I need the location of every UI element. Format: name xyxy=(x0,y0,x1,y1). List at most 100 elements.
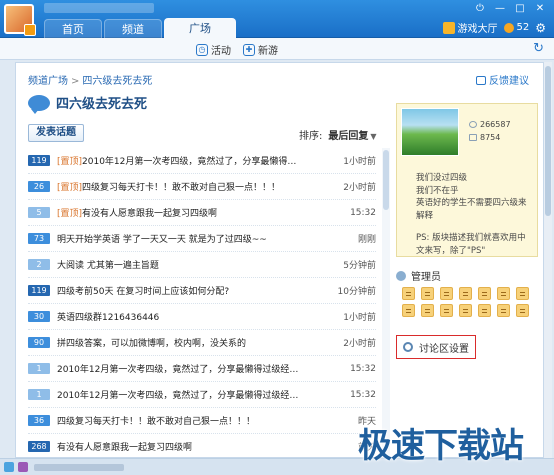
reply-count-badge: 268 xyxy=(28,441,50,452)
status-app-icon[interactable] xyxy=(4,462,14,472)
topic-time: 10分钟前 xyxy=(337,287,376,297)
topic-title-text: 四级复习每天打卡！！敢不敢对自己狠一点！！！ xyxy=(57,417,256,427)
reply-count-badge: 30 xyxy=(28,311,50,322)
breadcrumb-root[interactable]: 频道广场 xyxy=(28,76,68,87)
game-hall-link[interactable]: 游戏大厅 xyxy=(458,20,498,35)
topic-title[interactable]: [置顶]有没有人愿意跟我一起复习四级啊 xyxy=(57,206,317,219)
feedback-label: 反馈建议 xyxy=(489,76,529,87)
reply-count-badge: 73 xyxy=(28,233,50,244)
topic-title[interactable]: [置顶]2010年12月第一次考四级，竟然过了，分享最懒得… xyxy=(57,154,317,167)
gear-icon xyxy=(403,342,413,352)
game-hall-icon xyxy=(442,21,455,34)
topic-title[interactable]: 2010年12月第一次考四级，竟然过了，分享最懒得过级经… xyxy=(57,388,317,401)
topic-title-text: 拼四级答案，可以加微博啊，校内啊，没关系的 xyxy=(57,339,247,349)
forum-settings-button[interactable]: 讨论区设置 xyxy=(396,335,476,359)
topic-title[interactable]: 明天开始学英语 学了一天又一天 就是为了过四级~~ xyxy=(57,232,317,245)
sub-nav: ◷ 活动 ✚ 新游 ↻ xyxy=(0,38,554,60)
topic-row[interactable]: 26 [置顶]四级复习每天打卡！！敢不敢对自己狠一点！！！ 2小时前 xyxy=(28,174,376,200)
admin-avatar[interactable] xyxy=(421,287,434,300)
feedback-icon xyxy=(476,76,486,85)
admin-avatar[interactable] xyxy=(516,287,529,300)
admin-avatar[interactable] xyxy=(440,287,453,300)
feedback-link[interactable]: 反馈建议 xyxy=(476,72,529,87)
topic-title-text: 四级考前50天 在复习时间上应该如何分配? xyxy=(57,287,230,297)
breadcrumb-current: 四六级去死去死 xyxy=(82,76,153,87)
main-tabs: 首页 频道 广场 xyxy=(44,18,238,38)
topic-row[interactable]: 5 [置顶]有没有人愿意跟我一起复习四级啊 15:32 xyxy=(28,200,376,226)
reply-count-badge: 119 xyxy=(28,285,50,296)
reply-count-badge: 1 xyxy=(28,363,50,374)
admin-avatar[interactable] xyxy=(516,304,529,317)
topic-row[interactable]: 30 英语四级群1216436446 1小时前 xyxy=(28,304,376,330)
user-avatar[interactable] xyxy=(4,4,36,36)
chevron-down-icon[interactable]: ▼ xyxy=(370,132,376,141)
close-icon[interactable]: ✕ xyxy=(532,2,548,16)
minimize-icon[interactable]: — xyxy=(492,2,508,16)
reply-count-badge: 2 xyxy=(28,259,50,270)
window-controls: ⏻ — □ ✕ xyxy=(468,2,548,16)
page-title-text: 四六级去死去死 xyxy=(56,97,148,112)
reply-count-badge: 119 xyxy=(28,155,50,166)
list-scroll-thumb[interactable] xyxy=(383,150,389,210)
topic-title[interactable]: 英语四级群1216436446 xyxy=(57,310,317,323)
reply-count-badge: 36 xyxy=(28,415,50,426)
subnav-new-games[interactable]: ✚ 新游 xyxy=(243,42,278,57)
admin-avatar[interactable] xyxy=(459,304,472,317)
topic-time: 1小时前 xyxy=(343,313,376,323)
admin-avatar[interactable] xyxy=(402,304,415,317)
pinned-tag: [置顶] xyxy=(57,157,83,167)
sort-control[interactable]: 排序: 最后回复 ▼ xyxy=(299,127,377,142)
admin-avatar[interactable] xyxy=(459,287,472,300)
topic-time: 2小时前 xyxy=(343,183,376,193)
maximize-icon[interactable]: □ xyxy=(512,2,528,16)
sort-value[interactable]: 最后回复 xyxy=(328,131,368,142)
admin-avatar[interactable] xyxy=(440,304,453,317)
admin-avatar[interactable] xyxy=(497,287,510,300)
window-scroll-thumb[interactable] xyxy=(545,66,551,216)
topic-title[interactable]: 有没有人愿意跟我一起复习四级啊 xyxy=(57,440,317,453)
topic-row[interactable]: 119 四级考前50天 在复习时间上应该如何分配? 10分钟前 xyxy=(28,278,376,304)
sort-label: 排序: xyxy=(299,131,323,142)
topic-title[interactable]: 大阅读 尤其第一遍主旨题 xyxy=(57,258,317,271)
topic-title[interactable]: [置顶]四级复习每天打卡！！敢不敢对自己狠一点！！！ xyxy=(57,180,317,193)
subnav-activity[interactable]: ◷ 活动 xyxy=(196,42,231,57)
reply-count-badge: 26 xyxy=(28,181,50,192)
admin-avatar[interactable] xyxy=(421,304,434,317)
topic-time: 1小时前 xyxy=(343,157,376,167)
admin-avatar[interactable] xyxy=(478,304,491,317)
topic-row[interactable]: 1 2010年12月第一次考四级，竟然过了，分享最懒得过级经… 15:32 xyxy=(28,356,376,382)
topic-title-text: 有没有人愿意跟我一起复习四级啊 xyxy=(57,443,193,453)
posts-stat: 8754 xyxy=(469,133,500,142)
tab-home[interactable]: 首页 xyxy=(44,19,102,38)
admin-avatar[interactable] xyxy=(402,287,415,300)
tab-square[interactable]: 广场 xyxy=(164,18,236,38)
topic-row[interactable]: 2 大阅读 尤其第一遍主旨题 5分钟前 xyxy=(28,252,376,278)
topic-title[interactable]: 拼四级答案，可以加微博啊，校内啊，没关系的 xyxy=(57,336,317,349)
views-stat: 266587 xyxy=(469,120,511,129)
topic-row[interactable]: 90 拼四级答案，可以加微博啊，校内啊，没关系的 2小时前 xyxy=(28,330,376,356)
topic-title[interactable]: 四级复习每天打卡！！敢不敢对自己狠一点！！！ xyxy=(57,414,317,427)
power-icon[interactable]: ⏻ xyxy=(472,2,488,16)
new-topic-button[interactable]: 发表话题 xyxy=(28,124,84,142)
topic-row[interactable]: 36 四级复习每天打卡！！敢不敢对自己狠一点！！！ 昨天 xyxy=(28,408,376,434)
gear-icon[interactable]: ⚙ xyxy=(535,21,546,35)
topic-row[interactable]: 1 2010年12月第一次考四级，竟然过了，分享最懒得过级经… 15:32 xyxy=(28,382,376,408)
topic-row[interactable]: 119 [置顶]2010年12月第一次考四级，竟然过了，分享最懒得… 1小时前 xyxy=(28,148,376,174)
list-scrollbar[interactable] xyxy=(382,148,390,457)
right-panel: 266587 8754 我们没过四级 我们不在乎 英语好的学生不需要四六级来解释… xyxy=(396,103,538,359)
window-scrollbar[interactable] xyxy=(544,62,552,458)
topic-row[interactable]: 268 有没有人愿意跟我一起复习四级啊 前天 xyxy=(28,434,376,457)
topic-row[interactable]: 73 明天开始学英语 学了一天又一天 就是为了过四级~~ 刚刚 xyxy=(28,226,376,252)
refresh-icon[interactable]: ↻ xyxy=(533,41,544,56)
reply-count-badge: 5 xyxy=(28,207,50,218)
channel-info-card: 266587 8754 我们没过四级 我们不在乎 英语好的学生不需要四六级来解释… xyxy=(396,103,538,257)
admin-avatar[interactable] xyxy=(497,304,510,317)
topic-title[interactable]: 四级考前50天 在复习时间上应该如何分配? xyxy=(57,284,317,297)
topic-title[interactable]: 2010年12月第一次考四级，竟然过了，分享最懒得过级经… xyxy=(57,362,317,375)
coin-count: 52 xyxy=(516,22,530,33)
admin-avatar[interactable] xyxy=(478,287,491,300)
subnav-new-games-label: 新游 xyxy=(258,46,278,57)
breadcrumb: 频道广场 > 四六级去死去死 xyxy=(28,72,152,87)
status-gift-icon[interactable] xyxy=(18,462,28,472)
tab-channel[interactable]: 频道 xyxy=(104,19,162,38)
